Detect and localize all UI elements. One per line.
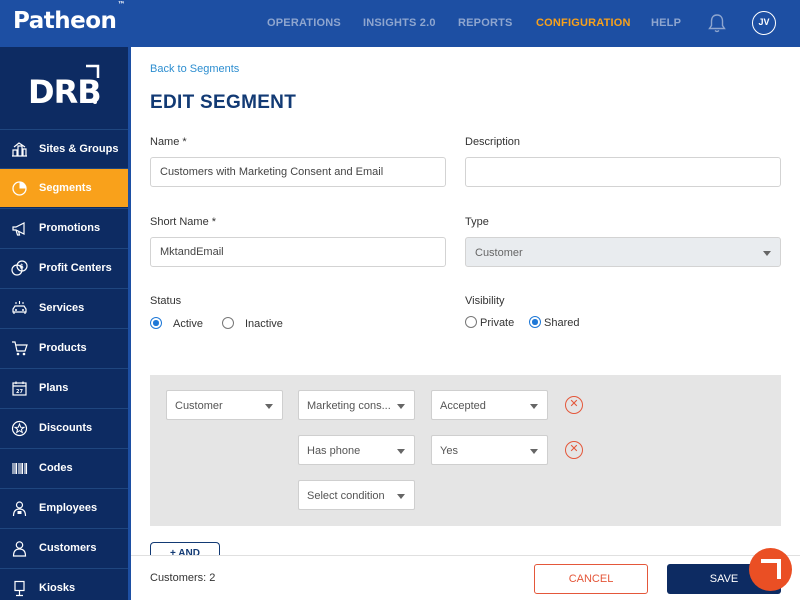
chat-icon [761, 559, 781, 579]
condition-field-select[interactable]: Select condition [298, 480, 415, 510]
svg-text:$: $ [20, 264, 24, 271]
sidebar-item-codes[interactable]: Codes [0, 448, 128, 487]
sidebar-item-kiosks[interactable]: Kiosks [0, 568, 128, 600]
description-input[interactable] [465, 157, 781, 187]
visibility-shared-radio[interactable] [529, 316, 541, 328]
nav-operations[interactable]: OPERATIONS [267, 17, 341, 29]
megaphone-icon [11, 220, 28, 237]
visibility-shared-label[interactable]: Shared [544, 317, 579, 329]
condition-value-select[interactable]: Yes [431, 435, 548, 465]
kiosk-icon [11, 580, 28, 597]
customer-count: Customers: 2 [150, 572, 216, 584]
sidebar-item-promotions[interactable]: Promotions [0, 208, 128, 247]
status-active-label[interactable]: Active [173, 318, 203, 330]
chevron-down-icon [397, 404, 405, 409]
help-chat-button[interactable] [749, 548, 792, 591]
condition-value-select[interactable]: Accepted [431, 390, 548, 420]
car-wash-icon [11, 300, 28, 317]
svg-text:DRB: DRB [28, 73, 101, 111]
remove-condition-button[interactable]: ✕ [565, 441, 583, 459]
coins-icon: $ [11, 260, 28, 277]
page-title: EDIT SEGMENT [150, 92, 297, 113]
star-badge-icon [11, 420, 28, 437]
name-input[interactable] [150, 157, 446, 187]
top-bar: Patheon™ OPERATIONS INSIGHTS 2.0 REPORTS… [0, 0, 800, 47]
condition-field-select[interactable]: Marketing cons... [298, 390, 415, 420]
visibility-private-label[interactable]: Private [480, 317, 514, 329]
short-name-input[interactable] [150, 237, 446, 267]
visibility-private-radio[interactable] [465, 316, 477, 328]
description-label: Description [465, 136, 521, 148]
nav-configuration[interactable]: CONFIGURATION [536, 17, 631, 29]
customer-icon [11, 540, 28, 557]
nav-insights[interactable]: INSIGHTS 2.0 [363, 17, 436, 29]
drb-logo: DRB [0, 47, 128, 129]
type-label: Type [465, 216, 489, 228]
main-content: Back to Segments EDIT SEGMENT Name * Des… [131, 47, 800, 562]
nav-reports[interactable]: REPORTS [458, 17, 513, 29]
user-avatar[interactable]: JV [752, 11, 776, 35]
conditions-panel: Customer Marketing cons... Accepted ✕ Ha… [150, 375, 781, 526]
sites-icon [11, 141, 28, 158]
svg-text:27: 27 [16, 389, 23, 395]
status-active-radio[interactable] [150, 317, 162, 329]
short-name-label: Short Name * [150, 216, 217, 228]
pie-chart-icon [11, 180, 28, 197]
sidebar-item-segments[interactable]: Segments [0, 168, 128, 207]
cart-icon [11, 340, 28, 357]
status-inactive-radio[interactable] [222, 317, 234, 329]
chevron-down-icon [530, 404, 538, 409]
employee-icon [11, 500, 28, 517]
name-label: Name * [150, 136, 187, 148]
chevron-down-icon [397, 449, 405, 454]
visibility-label: Visibility [465, 295, 505, 307]
sidebar-item-services[interactable]: Services [0, 288, 128, 327]
sidebar-item-employees[interactable]: Employees [0, 488, 128, 527]
brand-logo[interactable]: Patheon™ [13, 0, 125, 34]
footer-bar: Customers: 2 CANCEL SAVE [131, 555, 800, 600]
barcode-icon [11, 460, 28, 477]
chevron-down-icon [397, 494, 405, 499]
status-inactive-label[interactable]: Inactive [245, 318, 283, 330]
status-label: Status [150, 295, 182, 307]
sidebar: DRB Sites & Groups Segments Promotions $… [0, 47, 131, 600]
condition-entity-select[interactable]: Customer [166, 390, 283, 420]
chevron-down-icon [763, 251, 771, 256]
sidebar-item-products[interactable]: Products [0, 328, 128, 367]
sidebar-item-customers[interactable]: Customers [0, 528, 128, 567]
chevron-down-icon [530, 449, 538, 454]
calendar-icon: 27 [11, 380, 28, 397]
chevron-down-icon [265, 404, 273, 409]
condition-field-select[interactable]: Has phone [298, 435, 415, 465]
sidebar-item-profit-centers[interactable]: $ Profit Centers [0, 248, 128, 287]
back-link[interactable]: Back to Segments [150, 63, 239, 75]
remove-condition-button[interactable]: ✕ [565, 396, 583, 414]
bell-icon[interactable] [706, 12, 728, 34]
sidebar-item-plans[interactable]: 27 Plans [0, 368, 128, 407]
cancel-button[interactable]: CANCEL [534, 564, 648, 594]
sidebar-item-discounts[interactable]: Discounts [0, 408, 128, 447]
type-select[interactable]: Customer [465, 237, 781, 267]
sidebar-item-sites-groups[interactable]: Sites & Groups [0, 129, 128, 168]
nav-help[interactable]: HELP [651, 17, 681, 29]
